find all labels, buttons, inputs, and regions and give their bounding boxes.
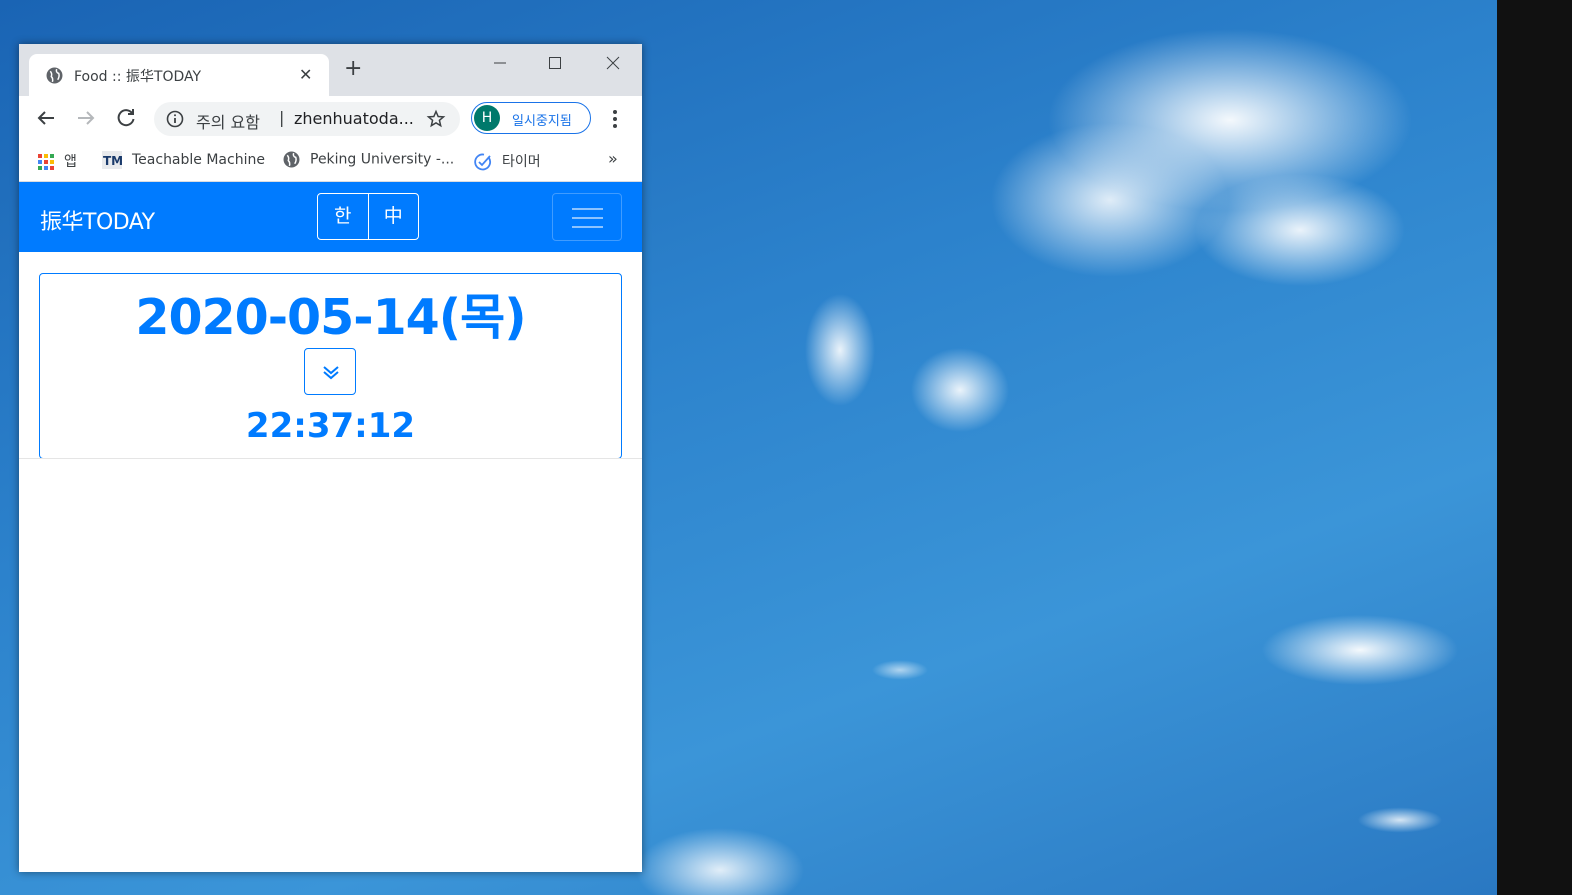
browser-tab[interactable]: Food :: 振华TODAY ✕	[29, 54, 329, 96]
globe-icon	[283, 151, 300, 168]
date-heading: 2020-05-14(목)	[135, 289, 526, 346]
address-bar[interactable]: 주의 요함 | zhenhuatoda...	[154, 102, 460, 136]
bookmark-timer[interactable]: 타이머	[474, 151, 541, 171]
minimize-icon[interactable]	[482, 50, 518, 76]
url-text[interactable]: zhenhuatoda...	[294, 109, 414, 128]
tab-close-icon[interactable]: ✕	[299, 65, 312, 84]
bookmark-label: 타이머	[502, 154, 541, 170]
check-circle-icon	[474, 153, 492, 171]
reload-icon[interactable]	[114, 106, 138, 130]
globe-icon	[46, 67, 63, 84]
language-switcher: 한 中	[317, 193, 419, 240]
avatar: H	[474, 105, 500, 131]
tab-title: Food :: 振华TODAY	[74, 69, 202, 85]
close-window-icon[interactable]	[595, 50, 631, 76]
brand-logo[interactable]: 振华TODAY	[40, 204, 155, 236]
bookmarks-overflow-button[interactable]: »	[608, 149, 618, 168]
bookmark-label: Teachable Machine	[132, 152, 265, 168]
tm-icon: TM	[102, 151, 122, 169]
new-tab-button[interactable]: +	[344, 58, 362, 80]
double-chevron-down-icon	[323, 366, 339, 380]
back-arrow-icon[interactable]	[34, 106, 58, 130]
hamburger-line	[572, 217, 603, 219]
svg-text:TM: TM	[103, 154, 122, 168]
bookmark-apps[interactable]: 앱	[38, 151, 77, 171]
bookmark-teachable-machine[interactable]: TM Teachable Machine	[102, 151, 265, 169]
clock-time: 22:37:12	[245, 406, 416, 446]
bookmark-peking-university[interactable]: Peking University -...	[283, 151, 454, 168]
apps-grid-icon	[38, 154, 54, 170]
hamburger-line	[572, 208, 603, 210]
hamburger-menu-button[interactable]	[552, 193, 622, 241]
omnibox-separator: |	[279, 108, 285, 127]
hamburger-line	[572, 226, 603, 228]
forward-arrow-icon[interactable]	[74, 106, 98, 130]
profile-chip[interactable]: H 일시중지됨	[471, 102, 591, 134]
bookmark-label: 앱	[64, 154, 77, 170]
info-icon[interactable]	[166, 110, 184, 128]
date-card: 2020-05-14(목) 22:37:12	[39, 273, 622, 459]
divider	[19, 458, 642, 459]
security-warning-text: 주의 요함	[196, 113, 260, 132]
browser-window: Food :: 振华TODAY ✕ + 주의 요함 | zhenhuatoda.…	[19, 44, 642, 872]
screen-edge-bar	[1497, 0, 1572, 895]
page-content: 振华TODAY 한 中 2020-05-14(목) 22:37:12	[19, 182, 642, 872]
browser-toolbar: 주의 요함 | zhenhuatoda... H 일시중지됨	[19, 96, 642, 140]
site-navbar: 振华TODAY 한 中	[19, 182, 642, 252]
profile-status-label: 일시중지됨	[512, 114, 572, 129]
tab-strip: Food :: 振华TODAY ✕ +	[19, 44, 642, 96]
expand-button[interactable]	[304, 348, 356, 395]
lang-korean-button[interactable]: 한	[318, 194, 369, 239]
lang-chinese-button[interactable]: 中	[369, 194, 419, 239]
more-menu-icon[interactable]	[607, 108, 623, 130]
bookmark-star-icon[interactable]	[426, 109, 446, 129]
bookmarks-bar: 앱 TM Teachable Machine Peking University…	[19, 140, 642, 182]
bookmark-label: Peking University -...	[310, 151, 455, 168]
maximize-icon[interactable]	[537, 50, 573, 76]
